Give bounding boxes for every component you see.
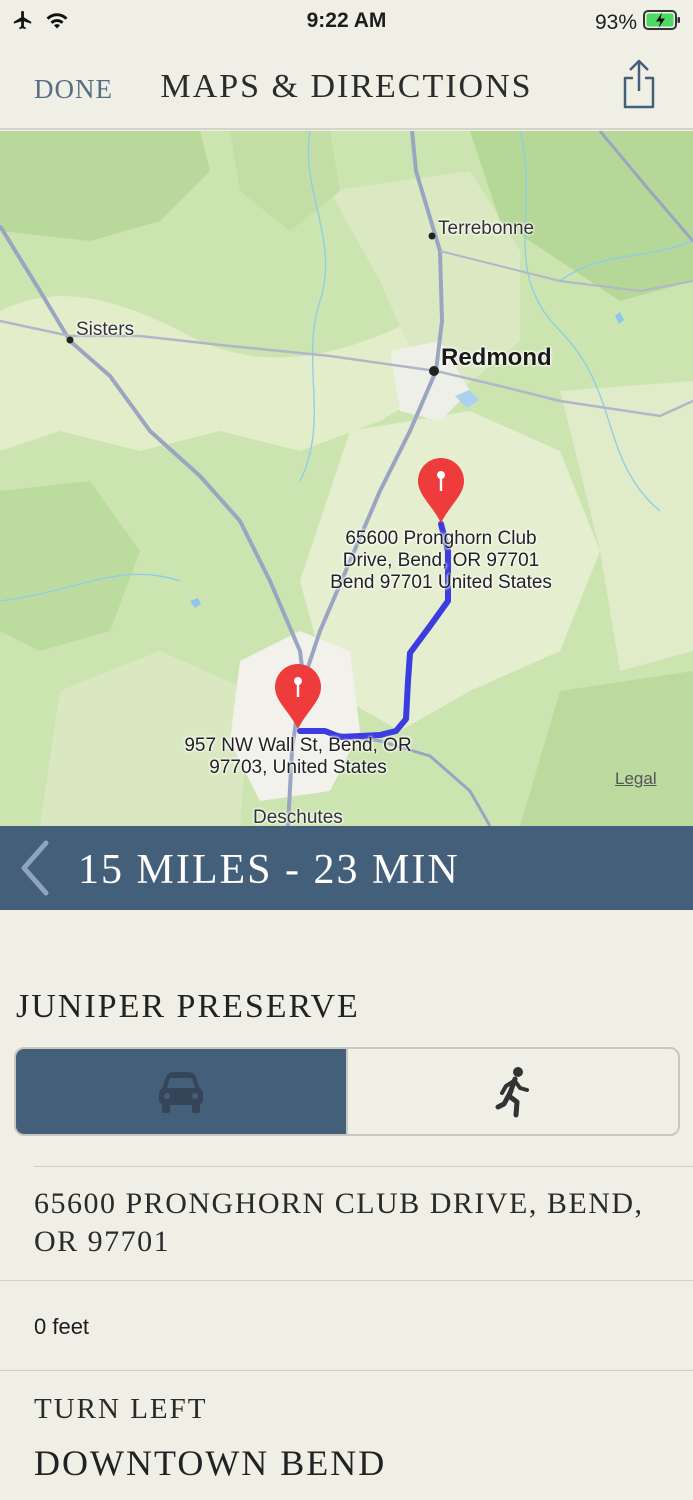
walking-person-icon (495, 1066, 529, 1117)
origin-pin-label: 957 NW Wall St, Bend, OR 97703, United S… (170, 735, 426, 779)
route-summary-bar: 15 MILES - 23 MIN (0, 826, 693, 910)
directions-road: DOWNTOWN BEND (34, 1443, 387, 1483)
map-place-deschutes: Deschutes (253, 807, 343, 826)
navigation-bar: DONE MAPS & DIRECTIONS (0, 44, 693, 130)
route-summary-text: 15 MILES - 23 MIN (78, 847, 460, 893)
status-right: 93% (595, 9, 681, 36)
destination-pin-label-line1: 65600 Pronghorn Club (345, 528, 537, 549)
map-place-terrebonne: Terrebonne (438, 218, 535, 239)
map-view[interactable]: Terrebonne Sisters Redmond Deschutes 656… (0, 131, 693, 826)
destination-pin-label-line2: Drive, Bend, OR 97701 (342, 550, 540, 571)
transport-mode-selector (14, 1047, 680, 1136)
origin-pin-label-line1: 957 NW Wall St, Bend, OR (184, 735, 412, 756)
map-place-sisters: Sisters (76, 319, 135, 340)
back-button[interactable] (16, 838, 56, 898)
destination-pin-label-line3: Bend 97701 United States (330, 572, 552, 593)
directions-distance: 0 feet (34, 1314, 90, 1339)
car-icon (159, 1071, 203, 1113)
divider (0, 1280, 693, 1281)
legal-link[interactable]: Legal (615, 769, 657, 789)
status-bar: 9:22 AM 93% (0, 0, 693, 44)
share-button[interactable] (621, 58, 657, 115)
destination-name: JUNIPER PRESERVE (16, 988, 360, 1025)
map-place-redmond: Redmond (441, 344, 552, 371)
map-canvas (0, 131, 693, 826)
status-time: 9:22 AM (306, 9, 387, 32)
directions-instruction: TURN LEFT (34, 1393, 208, 1425)
origin-pin-label-line2: 97703, United States (209, 757, 387, 778)
battery-charging-icon (643, 9, 681, 36)
divider (0, 1370, 693, 1371)
divider (34, 1166, 693, 1167)
share-icon (623, 59, 655, 109)
mode-driving-button[interactable] (16, 1049, 346, 1134)
directions-address: 65600 PRONGHORN CLUB DRIVE, BEND, OR 977… (34, 1187, 644, 1258)
chevron-left-icon (21, 840, 49, 896)
page-title: MAPS & DIRECTIONS (160, 68, 533, 105)
mode-walking-button[interactable] (346, 1049, 678, 1134)
destination-pin-label: 65600 Pronghorn Club Drive, Bend, OR 977… (310, 528, 572, 594)
battery-percent: 93% (594, 10, 637, 34)
